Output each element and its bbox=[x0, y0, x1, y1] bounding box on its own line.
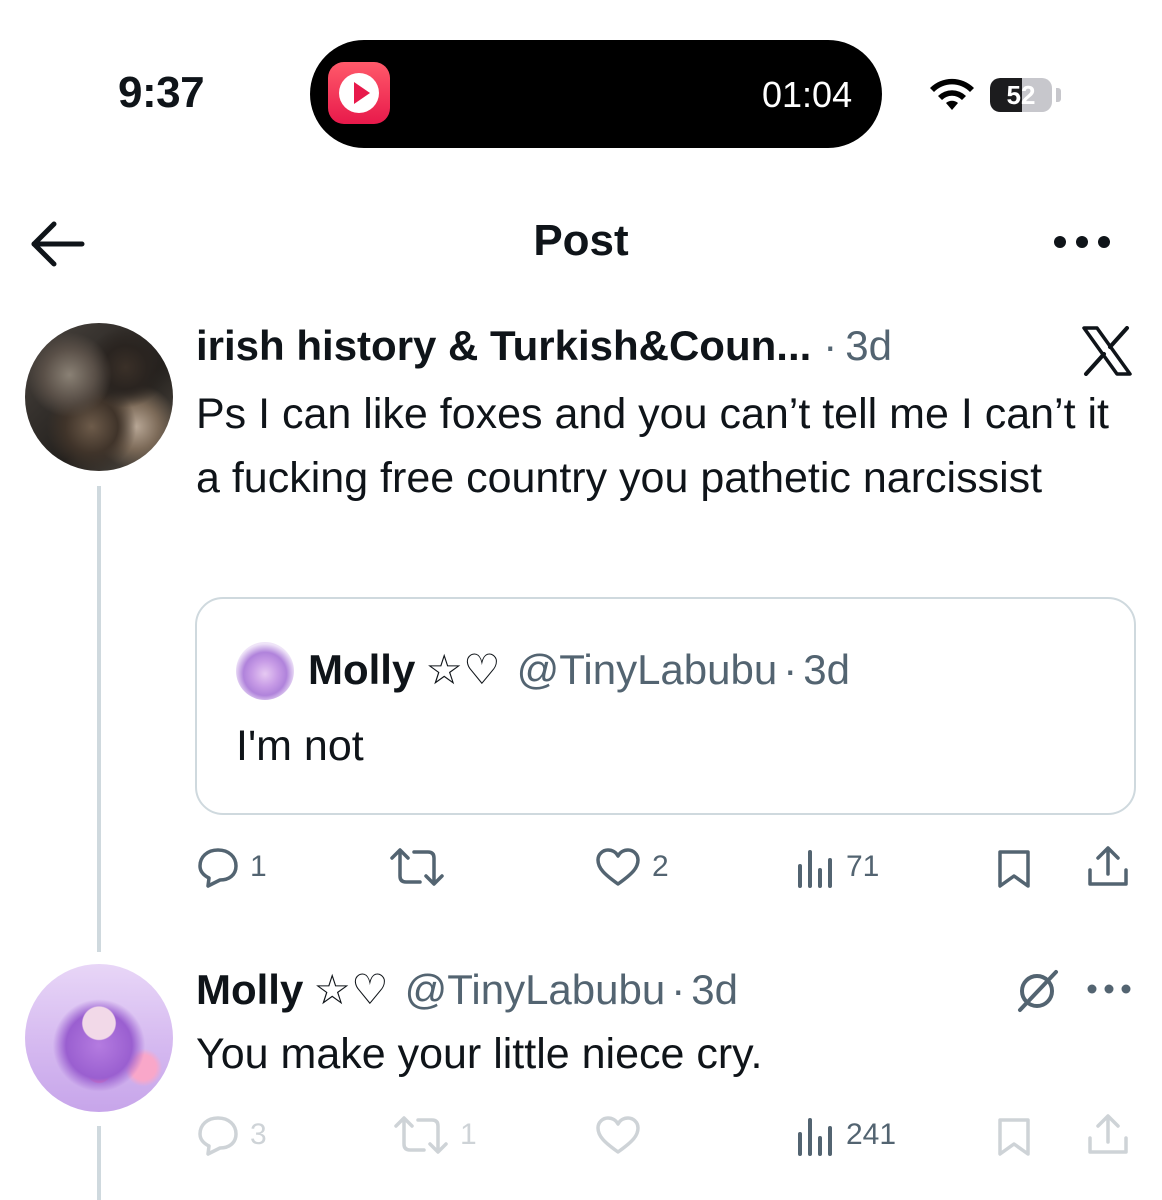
quote-name-symbols: ☆♡ bbox=[425, 646, 501, 693]
like-button[interactable] bbox=[594, 1114, 652, 1156]
views-count: 241 bbox=[846, 1118, 897, 1151]
like-count: 2 bbox=[652, 850, 669, 883]
reply-time[interactable]: 3d bbox=[691, 966, 738, 1014]
reply-name-symbols: ☆♡ bbox=[313, 966, 389, 1013]
repost-button[interactable] bbox=[388, 846, 456, 888]
share-icon[interactable] bbox=[1086, 1112, 1130, 1158]
views-icon bbox=[798, 1118, 832, 1156]
repost-icon bbox=[394, 1116, 448, 1154]
views-button[interactable]: 71 bbox=[796, 846, 879, 888]
wifi-icon bbox=[930, 78, 974, 110]
repost-icon bbox=[390, 848, 444, 886]
quote-time: 3d bbox=[803, 646, 850, 693]
reply-more-icon[interactable] bbox=[1086, 982, 1132, 996]
thread-line bbox=[97, 486, 101, 952]
activity-timer: 01:04 bbox=[762, 74, 853, 115]
views-button[interactable]: 241 bbox=[796, 1114, 896, 1156]
reply-avatar[interactable] bbox=[25, 964, 173, 1112]
views-count: 71 bbox=[846, 850, 880, 883]
thread-line bbox=[97, 1126, 101, 1200]
reply-handle[interactable]: @TinyLabubu bbox=[405, 966, 666, 1014]
reply-author-name[interactable]: Molly bbox=[196, 966, 303, 1014]
post-header: irish history & Turkish&Coun... · 3d bbox=[196, 322, 892, 370]
status-time: 9:37 bbox=[118, 68, 205, 117]
reply-count: 1 bbox=[250, 850, 267, 883]
battery-icon: 52 bbox=[990, 78, 1052, 112]
author-name[interactable]: irish history & Turkish&Coun... bbox=[196, 322, 811, 370]
reply-icon bbox=[198, 1116, 238, 1156]
bookmark-icon[interactable] bbox=[996, 848, 1032, 890]
battery-level: 52 bbox=[1006, 80, 1036, 110]
quote-avatar bbox=[236, 642, 294, 700]
grok-icon[interactable] bbox=[1014, 968, 1060, 1014]
post-time[interactable]: 3d bbox=[845, 322, 892, 370]
battery-tip bbox=[1056, 88, 1061, 102]
repost-count: 1 bbox=[460, 1118, 477, 1151]
page-title: Post bbox=[533, 216, 629, 265]
quote-card[interactable] bbox=[195, 597, 1136, 815]
quote-header: Molly ☆♡ @TinyLabubu · 3d bbox=[308, 645, 850, 694]
quote-handle: @TinyLabubu bbox=[516, 646, 778, 693]
reply-button[interactable]: 1 bbox=[196, 846, 267, 888]
reply-text: You make your little niece cry. bbox=[196, 1030, 763, 1078]
avatar[interactable] bbox=[25, 323, 173, 471]
app-icon bbox=[328, 62, 390, 124]
quote-author-name: Molly bbox=[308, 646, 416, 693]
separator: · bbox=[783, 646, 798, 693]
separator: · bbox=[823, 322, 838, 369]
bookmark-icon[interactable] bbox=[996, 1116, 1032, 1158]
quote-text: I'm not bbox=[236, 722, 364, 770]
like-icon bbox=[596, 848, 640, 886]
repost-button[interactable]: 1 bbox=[392, 1114, 477, 1156]
reply-count: 3 bbox=[250, 1118, 267, 1151]
like-button[interactable]: 2 bbox=[594, 846, 669, 888]
reply-icon bbox=[198, 848, 238, 888]
x-logo-icon bbox=[1082, 326, 1132, 376]
reply-header: Molly ☆♡ @TinyLabubu · 3d bbox=[196, 965, 738, 1014]
separator: · bbox=[671, 966, 686, 1013]
reply-button[interactable]: 3 bbox=[196, 1114, 267, 1156]
share-icon[interactable] bbox=[1086, 844, 1130, 890]
more-icon[interactable] bbox=[1052, 232, 1112, 252]
like-icon bbox=[596, 1116, 640, 1154]
views-icon bbox=[798, 850, 832, 888]
post-text: Ps I can like foxes and you can’t tell m… bbox=[196, 390, 1109, 502]
